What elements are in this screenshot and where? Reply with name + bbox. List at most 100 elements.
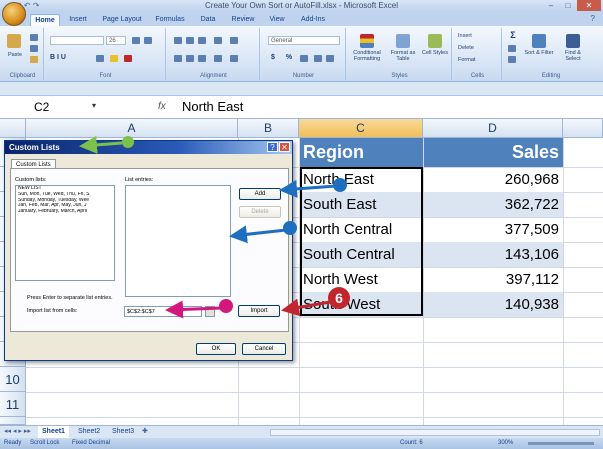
delete-cells-button[interactable]: Delete [458, 45, 498, 51]
fill-color-icon[interactable] [110, 55, 118, 62]
align-middle-icon[interactable] [186, 37, 194, 44]
zoom-level[interactable]: 300% [498, 438, 513, 449]
region-header-cell[interactable]: Region [300, 138, 423, 167]
indent-icon[interactable] [214, 55, 222, 62]
row-header-11[interactable]: 11 [0, 392, 26, 417]
sales-cell[interactable]: 377,509 [424, 217, 559, 242]
font-size-select[interactable]: 26 [106, 36, 126, 45]
find-select-icon[interactable] [566, 34, 580, 48]
sort-filter-icon[interactable] [532, 34, 546, 48]
minimize-button[interactable]: – [543, 0, 559, 11]
name-box-dropdown-icon[interactable]: ▾ [92, 101, 96, 110]
custom-lists-box[interactable]: NEW LIST Sun, Mon, Tue, Wed, Thu, Fri, S… [15, 185, 115, 281]
close-button[interactable]: ✕ [577, 0, 601, 11]
dialog-help-icon[interactable]: ? [267, 142, 278, 152]
sheet-tab-bar: ◂◂ ◂ ▸ ▸▸ Sheet1 Sheet2 Sheet3 ✚ [0, 425, 603, 438]
row-header-10[interactable]: 10 [0, 367, 26, 392]
sort-filter-label[interactable]: Sort & Filter [524, 50, 554, 56]
currency-button[interactable]: $ [268, 54, 278, 61]
dialog-close-icon[interactable]: ✕ [279, 142, 290, 152]
list-entries-box[interactable] [125, 185, 231, 297]
comma-style-icon[interactable] [300, 55, 308, 62]
delete-button[interactable]: Delete [239, 206, 281, 218]
fill-icon[interactable] [508, 45, 516, 52]
tab-insert[interactable]: Insert [64, 14, 92, 26]
sheet-nav-icons[interactable]: ◂◂ ◂ ▸ ▸▸ [4, 427, 31, 435]
align-center-icon[interactable] [186, 55, 194, 62]
column-header-e[interactable] [563, 119, 603, 138]
zoom-slider[interactable] [528, 442, 594, 445]
percent-button[interactable]: % [284, 54, 294, 61]
format-as-table-label[interactable]: Format as Table [386, 50, 420, 62]
align-bottom-icon[interactable] [198, 37, 206, 44]
import-range-input[interactable]: $C$2:$C$7 [124, 306, 202, 317]
insert-sheet-icon[interactable]: ✚ [142, 427, 148, 435]
conditional-formatting-label[interactable]: Conditional Formatting [348, 50, 386, 62]
name-box[interactable]: C2 [22, 99, 102, 115]
sales-header-cell[interactable]: Sales [424, 138, 563, 167]
sales-cell[interactable]: 362,722 [424, 192, 563, 217]
conditional-formatting-icon[interactable] [360, 34, 374, 48]
tab-home[interactable]: Home [30, 14, 60, 26]
import-button[interactable]: Import [238, 305, 280, 317]
cut-icon[interactable] [30, 34, 38, 41]
formula-input[interactable]: North East [182, 99, 243, 115]
number-format-select[interactable]: General [268, 36, 340, 45]
find-select-label[interactable]: Find & Select [558, 50, 588, 62]
horizontal-scrollbar[interactable] [270, 429, 600, 436]
sales-cell[interactable]: 143,106 [424, 242, 563, 267]
sales-cell[interactable]: 397,112 [424, 267, 559, 292]
column-header-a[interactable]: A [26, 119, 238, 138]
format-cells-button[interactable]: Format [458, 57, 498, 63]
insert-function-icon[interactable]: fx [158, 101, 166, 112]
sales-cell[interactable]: 260,968 [424, 167, 559, 192]
column-header-b[interactable]: B [238, 119, 299, 138]
cancel-button[interactable]: Cancel [242, 343, 286, 355]
orientation-icon[interactable] [214, 37, 222, 44]
select-all-corner[interactable] [0, 119, 26, 138]
format-as-table-icon[interactable] [396, 34, 410, 48]
collapse-dialog-icon[interactable] [205, 306, 215, 317]
autosum-button[interactable]: Σ [508, 31, 518, 40]
shrink-font-icon[interactable] [144, 37, 152, 44]
column-header-c[interactable]: C [299, 119, 423, 138]
sheet-tab-sheet3[interactable]: Sheet3 [108, 426, 138, 438]
clear-icon[interactable] [508, 56, 516, 63]
column-header-d[interactable]: D [423, 119, 563, 138]
align-left-icon[interactable] [174, 55, 182, 62]
borders-icon[interactable] [96, 55, 104, 62]
align-top-icon[interactable] [174, 37, 182, 44]
merge-center-icon[interactable] [230, 55, 238, 62]
tab-add-ins[interactable]: Add-Ins [296, 14, 330, 26]
tab-formulas[interactable]: Formulas [152, 14, 188, 26]
insert-cells-button[interactable]: Insert [458, 33, 498, 39]
tab-data[interactable]: Data [195, 14, 221, 26]
list-item[interactable]: January, February, March, April [16, 209, 114, 215]
number-group-label: Number [292, 73, 315, 79]
cell-styles-icon[interactable] [428, 34, 442, 48]
ok-button[interactable]: OK [196, 343, 236, 355]
office-button-icon[interactable] [2, 2, 26, 26]
tab-view[interactable]: View [265, 14, 289, 26]
maximize-button[interactable]: □ [560, 0, 576, 11]
font-color-icon[interactable] [124, 55, 132, 62]
cell-styles-label[interactable]: Cell Styles [422, 50, 448, 56]
sales-cell[interactable]: 140,938 [424, 292, 563, 317]
tab-review[interactable]: Review [228, 14, 258, 26]
sheet-tab-sheet2[interactable]: Sheet2 [74, 426, 104, 438]
format-painter-icon[interactable] [30, 56, 38, 63]
decrease-decimal-icon[interactable] [326, 55, 334, 62]
paste-icon[interactable] [7, 34, 21, 48]
font-name-select[interactable] [50, 36, 104, 45]
help-icon[interactable]: ? [591, 14, 595, 23]
align-right-icon[interactable] [198, 55, 206, 62]
copy-icon[interactable] [30, 45, 38, 52]
grow-font-icon[interactable] [132, 37, 140, 44]
bold-italic-underline-icons[interactable]: B I U [50, 54, 90, 61]
sheet-tab-sheet1[interactable]: Sheet1 [38, 426, 69, 438]
add-button[interactable]: Add [239, 188, 281, 200]
wrap-text-icon[interactable] [230, 37, 238, 44]
row-header-12[interactable] [0, 417, 26, 425]
increase-decimal-icon[interactable] [314, 55, 322, 62]
tab-page-layout[interactable]: Page Layout [98, 14, 146, 26]
